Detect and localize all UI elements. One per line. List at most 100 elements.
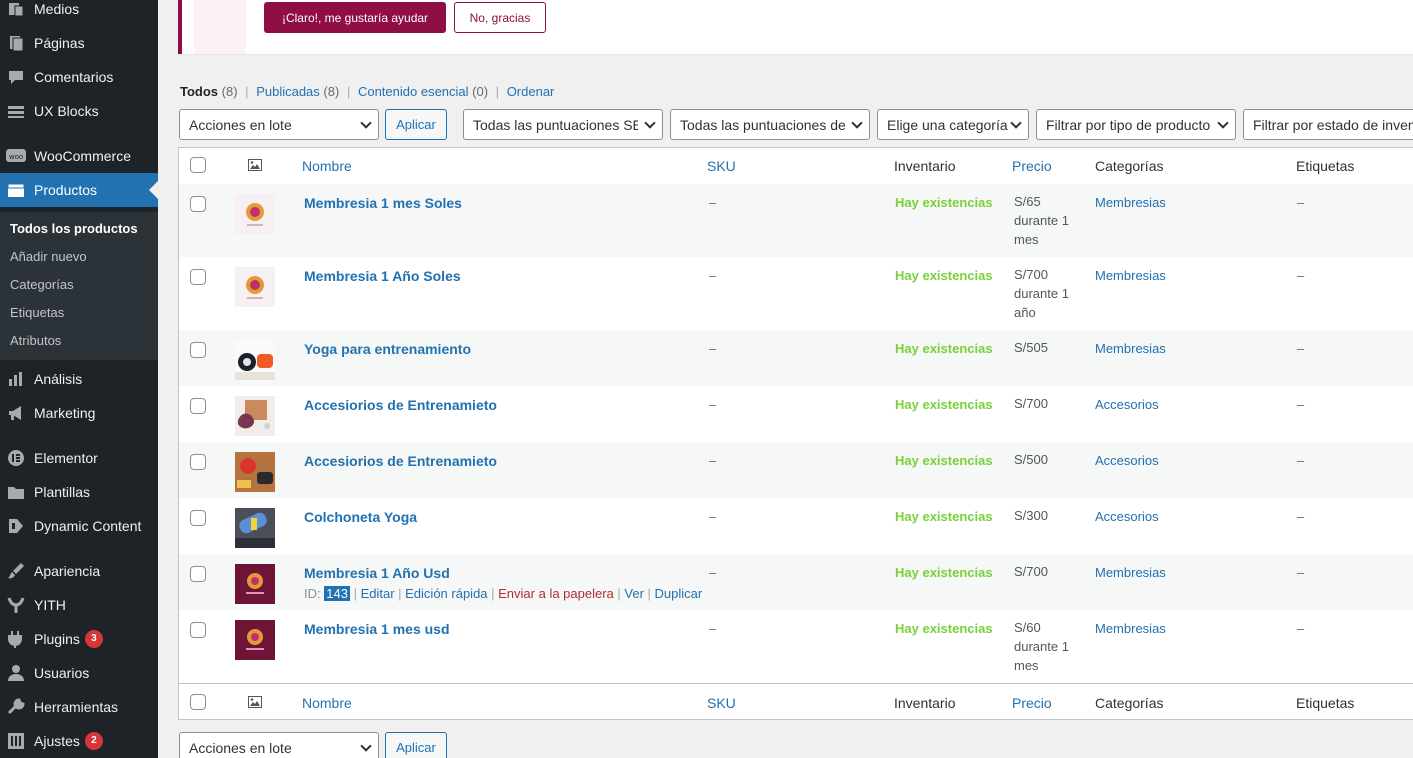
tags-value: – (1297, 195, 1305, 210)
category-link[interactable]: Membresias (1095, 341, 1166, 356)
menu-item-media[interactable]: Medios (0, 0, 158, 26)
submenu-attributes[interactable]: Atributos (10, 333, 61, 348)
duplicate-link[interactable]: Duplicar (655, 586, 703, 601)
view-all-count: (8) (221, 84, 238, 99)
notice-accept-button[interactable]: ¡Claro!, me gustaría ayudar (264, 2, 446, 33)
menu-item-products[interactable]: Productos (0, 173, 158, 207)
submenu-categories[interactable]: Categorías (10, 277, 74, 292)
menu-item-elementor[interactable]: Elementor (0, 441, 158, 475)
view-all[interactable]: Todos (180, 84, 218, 99)
analytics-icon (6, 369, 26, 389)
product-name-link[interactable]: Accesiorios de Entrenamieto (304, 397, 497, 413)
column-price[interactable]: Precio (1012, 158, 1052, 174)
menu-item-ux-blocks[interactable]: UX Blocks (0, 94, 158, 128)
menu-item-analytics[interactable]: Análisis (0, 362, 158, 396)
category-link[interactable]: Membresias (1095, 621, 1166, 636)
column-sku[interactable]: SKU (707, 695, 736, 711)
view-separator: | (346, 84, 351, 99)
product-name-link[interactable]: Colchoneta Yoga (304, 509, 417, 525)
select-all-checkbox[interactable] (190, 157, 206, 173)
product-thumbnail[interactable] (235, 620, 275, 660)
category-link[interactable]: Accesorios (1095, 453, 1159, 468)
menu-item-comments[interactable]: Comentarios (0, 60, 158, 94)
product-thumbnail[interactable] (235, 340, 275, 380)
view-cornerstone-count: (0) (472, 84, 489, 99)
product-thumbnail[interactable] (235, 267, 275, 307)
quick-edit-link[interactable]: Edición rápida (405, 586, 487, 601)
select-all-checkbox[interactable] (190, 694, 206, 710)
products-submenu: Todos los productos Añadir nuevo Categor… (0, 212, 158, 360)
menu-item-templates[interactable]: Plantillas (0, 475, 158, 509)
elementor-icon (6, 448, 26, 468)
row-checkbox[interactable] (190, 454, 206, 470)
admin-sidebar: Medios Páginas Comentarios UX Blocks woo… (0, 0, 158, 758)
product-name-link[interactable]: Membresia 1 Año Soles (304, 268, 461, 284)
product-name-link[interactable]: Yoga para entrenamiento (304, 341, 471, 357)
product-thumbnail[interactable] (235, 396, 275, 436)
apply-bulk-button[interactable]: Aplicar (385, 109, 447, 140)
row-checkbox[interactable] (190, 196, 206, 212)
category-link[interactable]: Accesorios (1095, 397, 1159, 412)
product-name-link[interactable]: Membresia 1 mes usd (304, 621, 450, 637)
view-link[interactable]: Ver (624, 586, 644, 601)
media-icon (6, 0, 26, 19)
category-link[interactable]: Membresias (1095, 565, 1166, 580)
menu-item-plugins[interactable]: Plugins 3 (0, 622, 158, 656)
users-icon (6, 663, 26, 683)
submenu-all-products[interactable]: Todos los productos (10, 221, 138, 236)
view-sort[interactable]: Ordenar (507, 84, 555, 99)
product-name-link[interactable]: Accesiorios de Entrenamieto (304, 453, 497, 469)
menu-item-users[interactable]: Usuarios (0, 656, 158, 690)
column-sku[interactable]: SKU (707, 158, 736, 174)
category-link[interactable]: Membresias (1095, 195, 1166, 210)
column-name[interactable]: Nombre (302, 158, 352, 174)
column-name[interactable]: Nombre (302, 695, 352, 711)
menu-item-marketing[interactable]: Marketing (0, 396, 158, 430)
row-checkbox[interactable] (190, 398, 206, 414)
readability-filter[interactable]: Todas las puntuaciones de legibilidad (670, 109, 870, 140)
menu-item-tools[interactable]: Herramientas (0, 690, 158, 724)
product-thumbnail[interactable] (235, 508, 275, 548)
product-thumbnail[interactable] (235, 452, 275, 492)
row-checkbox[interactable] (190, 566, 206, 582)
menu-item-dynamic-content[interactable]: Dynamic Content (0, 509, 158, 543)
trash-link[interactable]: Enviar a la papelera (498, 586, 614, 601)
stock-status-filter[interactable]: Filtrar por estado de inventario (1243, 109, 1413, 140)
edit-link[interactable]: Editar (361, 586, 395, 601)
tags-value: – (1297, 621, 1305, 636)
product-name-link[interactable]: Membresia 1 Año Usd (304, 565, 450, 581)
menu-item-settings[interactable]: Ajustes 2 (0, 724, 158, 758)
product-type-filter[interactable]: Filtrar por tipo de producto (1036, 109, 1236, 140)
category-link[interactable]: Accesorios (1095, 509, 1159, 524)
category-filter[interactable]: Elige una categoría (877, 109, 1029, 140)
apply-bulk-button-bottom[interactable]: Aplicar (385, 732, 447, 758)
product-thumbnail[interactable] (235, 564, 275, 604)
menu-item-pages[interactable]: Páginas (0, 26, 158, 60)
view-published[interactable]: Publicadas (256, 84, 320, 99)
menu-item-woocommerce[interactable]: woo WooCommerce (0, 139, 158, 173)
table-row: Membresia 1 mes Soles – Hay existencias … (179, 184, 1413, 257)
submenu-tags[interactable]: Etiquetas (10, 305, 64, 320)
menu-item-yith[interactable]: YITH (0, 588, 158, 622)
submenu-add-new[interactable]: Añadir nuevo (10, 249, 87, 264)
menu-item-appearance[interactable]: Apariencia (0, 554, 158, 588)
comments-icon (6, 67, 26, 87)
view-cornerstone[interactable]: Contenido esencial (358, 84, 469, 99)
product-name-link[interactable]: Membresia 1 mes Soles (304, 195, 462, 211)
category-link[interactable]: Membresias (1095, 268, 1166, 283)
table-row: Accesiorios de Entrenamieto – Hay existe… (179, 386, 1413, 442)
product-thumbnail[interactable] (235, 194, 275, 234)
row-checkbox[interactable] (190, 622, 206, 638)
menu-label: Ajustes (34, 733, 80, 749)
bulk-action-select[interactable]: Acciones en lote (179, 109, 379, 140)
menu-label: Páginas (34, 35, 85, 51)
bulk-action-select-bottom[interactable]: Acciones en lote (179, 732, 379, 758)
column-price[interactable]: Precio (1012, 695, 1052, 711)
notice-decline-button[interactable]: No, gracias (454, 2, 546, 33)
row-checkbox[interactable] (190, 269, 206, 285)
price-value: S/60 durante 1 mes (1014, 620, 1069, 673)
seo-score-filter[interactable]: Todas las puntuaciones SEO (463, 109, 663, 140)
row-checkbox[interactable] (190, 510, 206, 526)
row-checkbox[interactable] (190, 342, 206, 358)
chevron-down-icon (1010, 117, 1022, 129)
